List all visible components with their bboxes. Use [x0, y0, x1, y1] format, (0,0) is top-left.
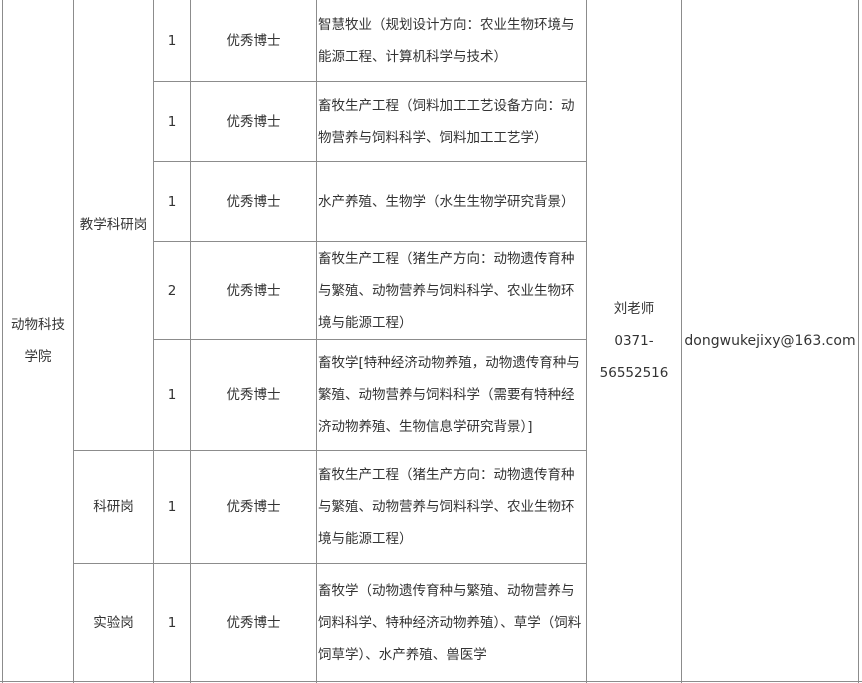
- grid-line: [858, 0, 859, 683]
- major-cell: 畜牧生产工程（猪生产方向：动物遗传育种与繁殖、动物营养与饲料科学、农业生物环境与…: [317, 451, 586, 563]
- type-cell: 优秀博士: [191, 564, 316, 681]
- email-address[interactable]: dongwukejixy@163.com: [684, 325, 855, 357]
- major-cell: 畜牧学[特种经济动物养殖，动物遗传育种与繁殖、动物营养与饲料科学（需要有特种经济…: [317, 340, 586, 450]
- major-value: 畜牧生产工程（猪生产方向：动物遗传育种与繁殖、动物营养与饲料科学、农业生物环境与…: [318, 467, 575, 547]
- count-value: 1: [167, 32, 177, 49]
- major-value: 畜牧生产工程（猪生产方向：动物遗传育种与繁殖、动物营养与饲料科学、农业生物环境与…: [318, 250, 575, 331]
- type-value: 优秀博士: [226, 193, 281, 210]
- type-value: 优秀博士: [226, 614, 281, 631]
- count-value: 1: [167, 113, 177, 130]
- major-cell: 畜牧生产工程（猪生产方向：动物遗传育种与繁殖、动物营养与饲料科学、农业生物环境与…: [317, 242, 586, 339]
- major-value: 畜牧生产工程（饲料加工工艺设备方向：动物营养与饲料科学、饲料加工工艺学）: [318, 97, 575, 146]
- count-value: 2: [167, 282, 177, 299]
- major-value: 智慧牧业（规划设计方向：农业生物环境与能源工程、计算机科学与技术）: [318, 16, 575, 65]
- type-value: 优秀博士: [226, 282, 281, 299]
- major-cell: 智慧牧业（规划设计方向：农业生物环境与能源工程、计算机科学与技术）: [317, 0, 586, 81]
- type-value: 优秀博士: [226, 32, 281, 49]
- count-value: 1: [167, 193, 177, 210]
- major-value: 水产养殖、生物学（水生生物学研究背景）: [318, 193, 575, 210]
- contact-phone-prefix: 0371-: [614, 332, 654, 349]
- major-cell: 水产养殖、生物学（水生生物学研究背景）: [317, 162, 586, 241]
- recruitment-table: 动物科技学院 教学科研岗 科研岗 实验岗 1 优秀博士 智慧牧业（规划设计方向：…: [0, 0, 862, 683]
- type-value: 优秀博士: [226, 387, 281, 403]
- type-cell: 优秀博士: [191, 242, 316, 339]
- major-cell: 畜牧生产工程（饲料加工工艺设备方向：动物营养与饲料科学、饲料加工工艺学）: [317, 82, 586, 161]
- grid-line: [0, 681, 862, 682]
- count-value: 1: [167, 499, 177, 515]
- contact-phone-number: 56552516: [599, 364, 669, 381]
- type-value: 优秀博士: [226, 499, 281, 515]
- post-name: 教学科研岗: [79, 217, 148, 233]
- type-cell: 优秀博士: [191, 451, 316, 563]
- post-cell: 教学科研岗: [74, 0, 153, 450]
- type-cell: 优秀博士: [191, 162, 316, 241]
- count-cell: 1: [154, 564, 190, 681]
- count-cell: 1: [154, 340, 190, 450]
- department-name: 动物科技学院: [11, 316, 65, 365]
- post-cell: 实验岗: [74, 564, 153, 681]
- email-cell: dongwukejixy@163.com: [682, 0, 858, 681]
- post-name: 实验岗: [93, 614, 134, 631]
- type-value: 优秀博士: [226, 113, 281, 130]
- count-cell: 1: [154, 162, 190, 241]
- type-cell: 优秀博士: [191, 82, 316, 161]
- count-value: 1: [167, 614, 177, 631]
- count-cell: 2: [154, 242, 190, 339]
- count-cell: 1: [154, 82, 190, 161]
- post-cell: 科研岗: [74, 451, 153, 563]
- post-name: 科研岗: [93, 499, 134, 515]
- type-cell: 优秀博士: [191, 340, 316, 450]
- count-cell: 1: [154, 0, 190, 81]
- count-value: 1: [167, 387, 177, 403]
- count-cell: 1: [154, 451, 190, 563]
- major-value: 畜牧学（动物遗传育种与繁殖、动物营养与饲料科学、特种经济动物养殖）、草学（饲料饲…: [318, 582, 582, 663]
- contact-name: 刘老师: [613, 300, 655, 317]
- department-cell: 动物科技学院: [3, 0, 73, 681]
- major-value: 畜牧学[特种经济动物养殖，动物遗传育种与繁殖、动物营养与饲料科学（需要有特种经济…: [318, 355, 580, 435]
- contact-cell: 刘老师 0371- 56552516: [587, 0, 681, 681]
- major-cell: 畜牧学（动物遗传育种与繁殖、动物营养与饲料科学、特种经济动物养殖）、草学（饲料饲…: [317, 564, 586, 681]
- type-cell: 优秀博士: [191, 0, 316, 81]
